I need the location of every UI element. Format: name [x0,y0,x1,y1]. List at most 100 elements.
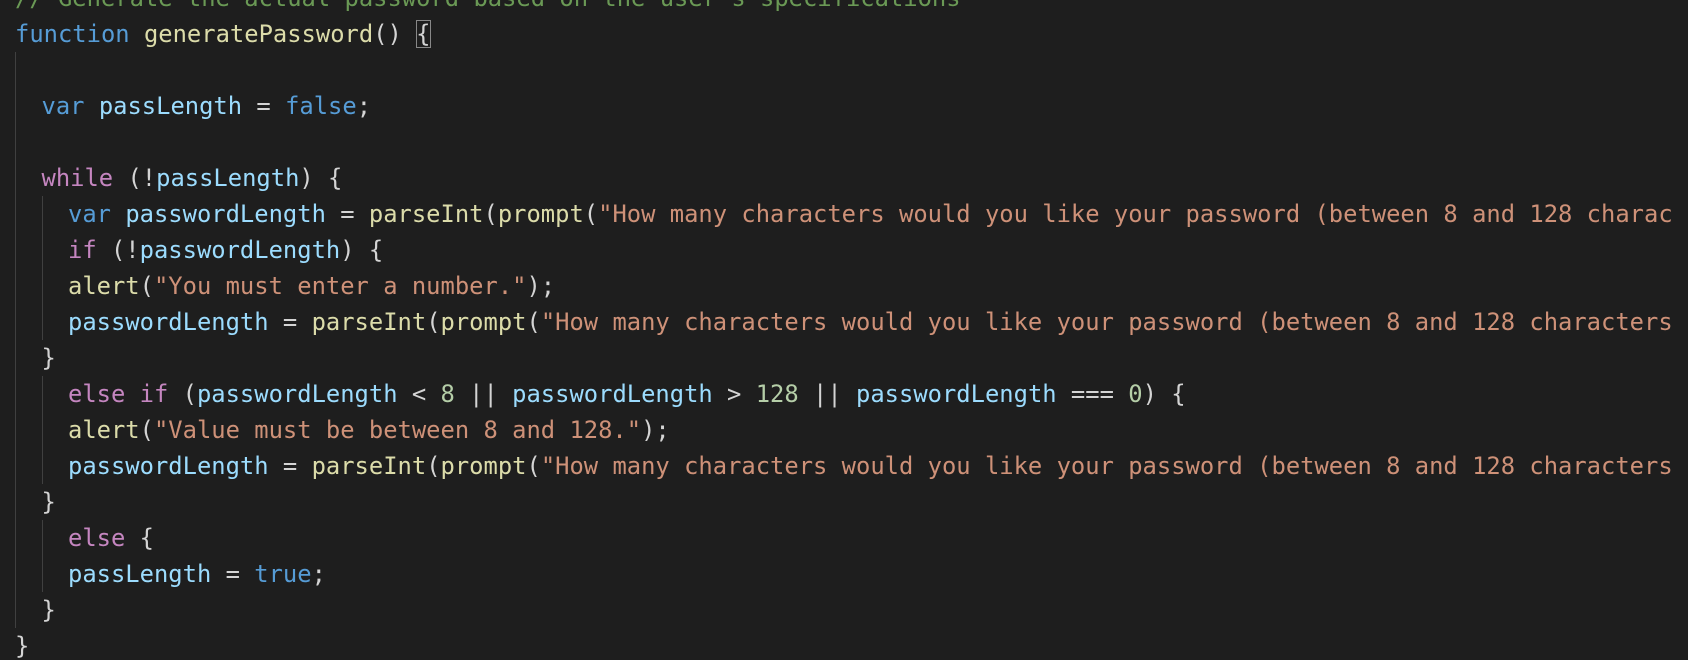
code-line-content: passLength = true; [15,556,326,592]
code-token-punctuation: ( [139,272,154,300]
code-token-keyword: var [41,92,85,120]
code-line[interactable]: function generatePassword() { [0,16,1688,52]
code-line[interactable]: } [0,628,1688,660]
code-token-punctuation: ( [583,200,599,228]
code-token-punctuation: } [41,344,56,372]
code-token-punctuation [130,20,144,48]
code-line-content: } [15,628,29,660]
code-token-string: "How many characters would you like your… [598,200,1673,228]
code-line[interactable]: alert("You must enter a number."); [0,268,1688,304]
code-line[interactable]: passwordLength = parseInt(prompt("How ma… [0,304,1688,340]
code-token-variable: passwordLength [139,236,341,264]
indent-guide [15,376,16,412]
code-line-content: alert("You must enter a number."); [15,268,555,304]
indent-guide [15,124,16,160]
indent-guide [15,412,16,448]
code-line[interactable]: alert("Value must be between 8 and 128."… [0,412,1688,448]
code-line[interactable]: } [0,340,1688,376]
code-token-function: prompt [440,452,527,480]
code-token-variable: passwordLength [68,308,269,336]
indent-guide [41,412,43,448]
code-token-punctuation: ) { [340,236,384,264]
code-token-punctuation: ) { [1142,380,1186,408]
code-token-function: parseInt [311,308,427,336]
code-token-punctuation: ; [311,560,326,588]
code-line[interactable]: passwordLength = parseInt(prompt("How ma… [0,448,1688,484]
code-token-punctuation: = [325,200,369,228]
indent-guide [41,304,43,340]
code-line[interactable]: else { [0,520,1688,556]
code-line[interactable] [0,52,1688,88]
code-token-punctuation: < [397,380,441,408]
indent-guide [15,304,16,340]
code-line[interactable]: else if (passwordLength < 8 || passwordL… [0,376,1688,412]
code-token-function: prompt [440,308,527,336]
code-token-punctuation: ( [526,452,541,480]
code-editor[interactable]: // Generate the actual password based on… [0,0,1688,660]
code-token-punctuation: } [41,488,56,516]
code-token-punctuation: ( [168,380,197,408]
code-token-function: alert [68,416,140,444]
code-token-punctuation: ( [139,416,154,444]
code-token-punctuation: () [373,20,417,48]
code-line[interactable]: passLength = true; [0,556,1688,592]
indent-guide [41,232,43,268]
code-line-content: else if (passwordLength < 8 || passwordL… [15,376,1186,412]
code-token-number: 0 [1128,380,1143,408]
indent-guide [41,196,43,232]
code-token-control: if [139,380,169,408]
code-token-string: "How many characters would you like your… [540,452,1673,480]
indent-guide [15,268,16,304]
code-token-variable: passwordLength [512,380,713,408]
code-token-variable: passLength [98,92,243,120]
code-line[interactable] [0,124,1688,160]
code-token-punctuation: = [211,560,255,588]
code-line-content: } [15,340,56,376]
code-token-control: while [41,164,114,192]
code-token-function: prompt [497,200,584,228]
indent-guide [15,232,16,268]
code-token-comment: // Generate the actual password based on… [15,0,961,12]
code-line[interactable]: while (!passLength) { [0,160,1688,196]
indent-guide [15,52,16,88]
code-token-punctuation [111,200,125,228]
code-token-variable: passwordLength [196,380,398,408]
code-line[interactable]: } [0,592,1688,628]
code-token-punctuation: = [268,308,312,336]
code-token-punctuation: === [1056,380,1129,408]
code-token-string: "Value must be between 8 and 128." [153,416,642,444]
code-line[interactable]: var passLength = false; [0,88,1688,124]
code-token-punctuation: = [268,452,312,480]
code-lines: // Generate the actual password based on… [0,0,1688,660]
code-line[interactable]: } [0,484,1688,520]
code-token-keyword: false [285,92,357,120]
indent-guide [15,196,16,232]
code-token-punctuation: ( [526,308,541,336]
code-token-string: "How many characters would you like your… [540,308,1673,336]
code-line-content: // Generate the actual password based on… [15,0,961,16]
code-token-punctuation [84,92,98,120]
code-token-function: alert [68,272,140,300]
code-line[interactable]: var passwordLength = parseInt(prompt("Ho… [0,196,1688,232]
indent-guide [15,592,16,628]
code-line[interactable]: if (!passwordLength) { [0,232,1688,268]
code-token-punctuation: { [416,20,431,48]
code-token-function: parseInt [311,452,427,480]
code-line-content: while (!passLength) { [15,160,343,196]
indent-guide [15,520,16,556]
code-token-punctuation [125,380,139,408]
code-line-content: function generatePassword() { [15,16,431,52]
code-token-string: "You must enter a number." [153,272,527,300]
code-token-keyword: true [254,560,312,588]
code-token-number: 8 [440,380,455,408]
code-token-keyword: function [15,20,130,48]
code-token-punctuation: (! [113,164,157,192]
code-line-content: passwordLength = parseInt(prompt("How ma… [15,304,1673,340]
code-token-punctuation: ); [526,272,556,300]
indent-guide [41,448,43,484]
code-token-punctuation: ; [356,92,372,120]
code-line[interactable]: // Generate the actual password based on… [0,0,1688,16]
code-token-variable: passLength [156,164,300,192]
code-token-variable: passLength [68,560,212,588]
code-token-punctuation: > [712,380,756,408]
